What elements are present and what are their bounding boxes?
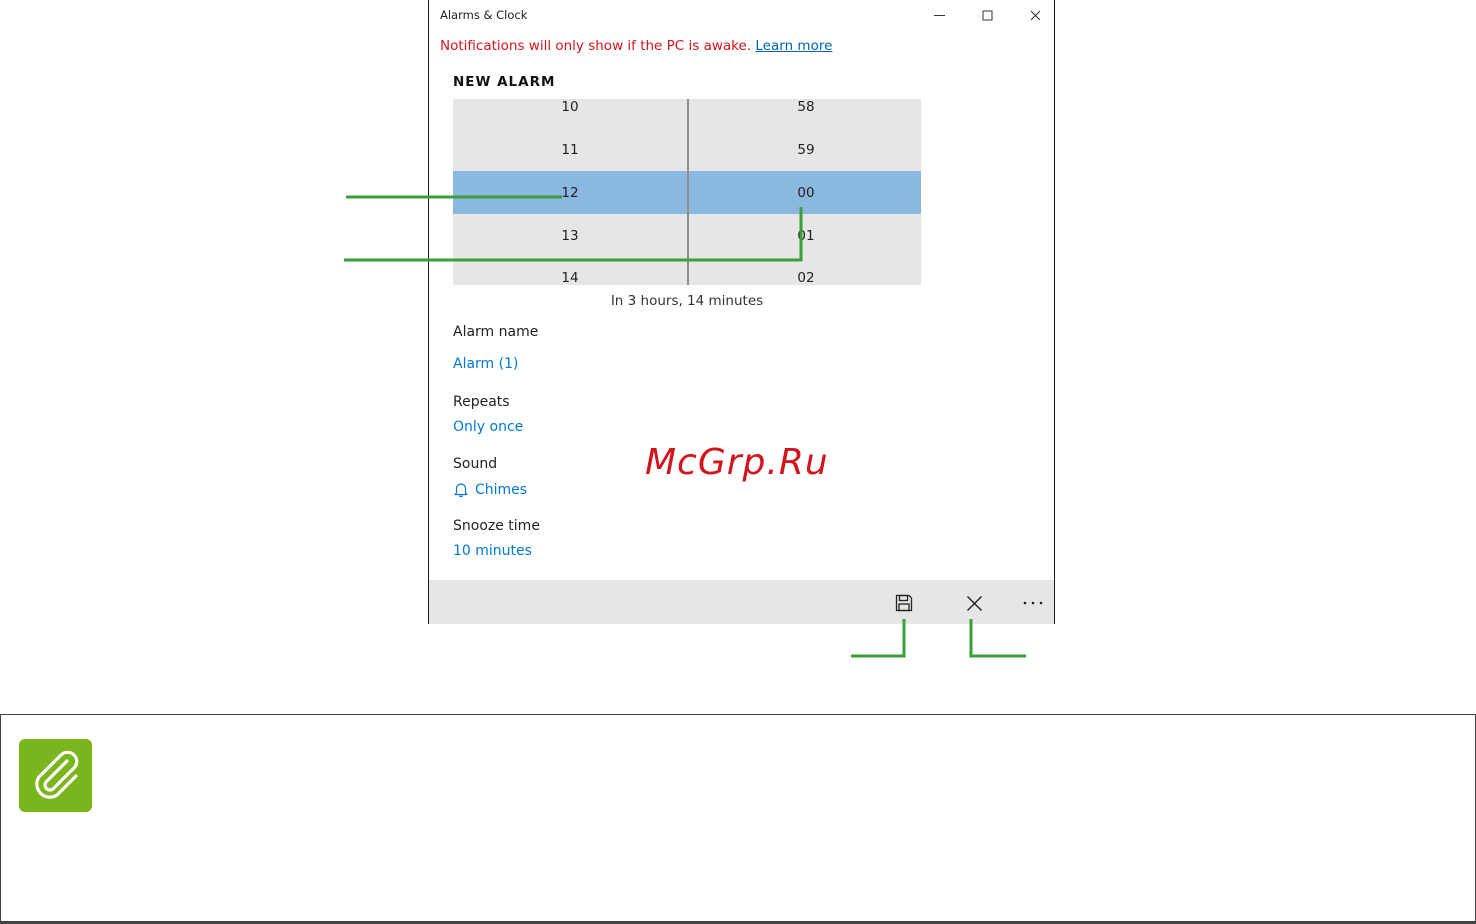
- minimize-icon: [933, 14, 945, 16]
- repeats-value: Only once: [453, 419, 524, 435]
- hour-option[interactable]: 10: [453, 99, 687, 115]
- close-window-button[interactable]: [1015, 3, 1055, 27]
- more-icon: [1023, 601, 1043, 605]
- app-window: Alarms & Clock Notifications will only s…: [428, 0, 1055, 624]
- countdown-text: In 3 hours, 14 minutes: [610, 293, 764, 309]
- snooze-field[interactable]: 10 minutes: [453, 543, 532, 559]
- minute-option-selected[interactable]: 00: [689, 185, 921, 201]
- minute-option[interactable]: 02: [689, 270, 921, 285]
- window-title: Alarms & Clock: [440, 8, 528, 22]
- command-bar: [429, 580, 1054, 624]
- hour-column[interactable]: 10 11 12 13 14: [453, 99, 687, 285]
- note-badge: [19, 739, 92, 812]
- sound-label: Sound: [453, 456, 498, 472]
- close-icon: [966, 595, 982, 611]
- notice-text: Notifications will only show if the PC i…: [440, 38, 756, 54]
- minute-option[interactable]: 01: [689, 228, 921, 244]
- hour-option[interactable]: 14: [453, 270, 687, 285]
- callout-save: [851, 619, 906, 658]
- alarm-name-value: Alarm (1): [453, 356, 519, 372]
- time-picker[interactable]: 10 11 12 13 14 58 59 00 01 02: [453, 99, 921, 285]
- discard-button[interactable]: [958, 590, 990, 616]
- minute-option[interactable]: 59: [689, 142, 921, 158]
- snooze-value: 10 minutes: [453, 543, 532, 559]
- snooze-label: Snooze time: [453, 518, 540, 534]
- repeats-field[interactable]: Only once: [453, 419, 523, 435]
- learn-more-link[interactable]: Learn more: [755, 38, 832, 54]
- minute-option[interactable]: 58: [689, 99, 921, 115]
- note-box: [0, 714, 1476, 924]
- save-icon: [895, 594, 913, 612]
- sound-value: Chimes: [475, 481, 528, 498]
- hour-option-selected[interactable]: 12: [453, 185, 687, 201]
- close-icon: [1030, 10, 1040, 20]
- awake-notice: Notifications will only show if the PC i…: [440, 38, 832, 54]
- save-button[interactable]: [888, 590, 920, 616]
- repeats-label: Repeats: [453, 394, 510, 410]
- bell-icon: [454, 483, 468, 498]
- minute-column[interactable]: 58 59 00 01 02: [689, 99, 921, 285]
- page-title: NEW ALARM: [453, 74, 556, 90]
- watermark: McGrp.Ru: [645, 442, 829, 483]
- minimize-button[interactable]: [919, 3, 959, 27]
- more-button[interactable]: [1017, 590, 1049, 616]
- sound-field[interactable]: Chimes: [453, 481, 527, 498]
- alarm-name-label: Alarm name: [453, 324, 539, 340]
- hour-option[interactable]: 11: [453, 142, 687, 158]
- title-bar: Alarms & Clock: [429, 0, 1054, 30]
- maximize-icon: [982, 10, 992, 20]
- alarm-name-field[interactable]: Alarm (1): [453, 356, 518, 372]
- hour-option[interactable]: 13: [453, 228, 687, 244]
- callout-discard: [969, 619, 1026, 658]
- maximize-button[interactable]: [967, 3, 1007, 27]
- paperclip-icon: [35, 750, 79, 799]
